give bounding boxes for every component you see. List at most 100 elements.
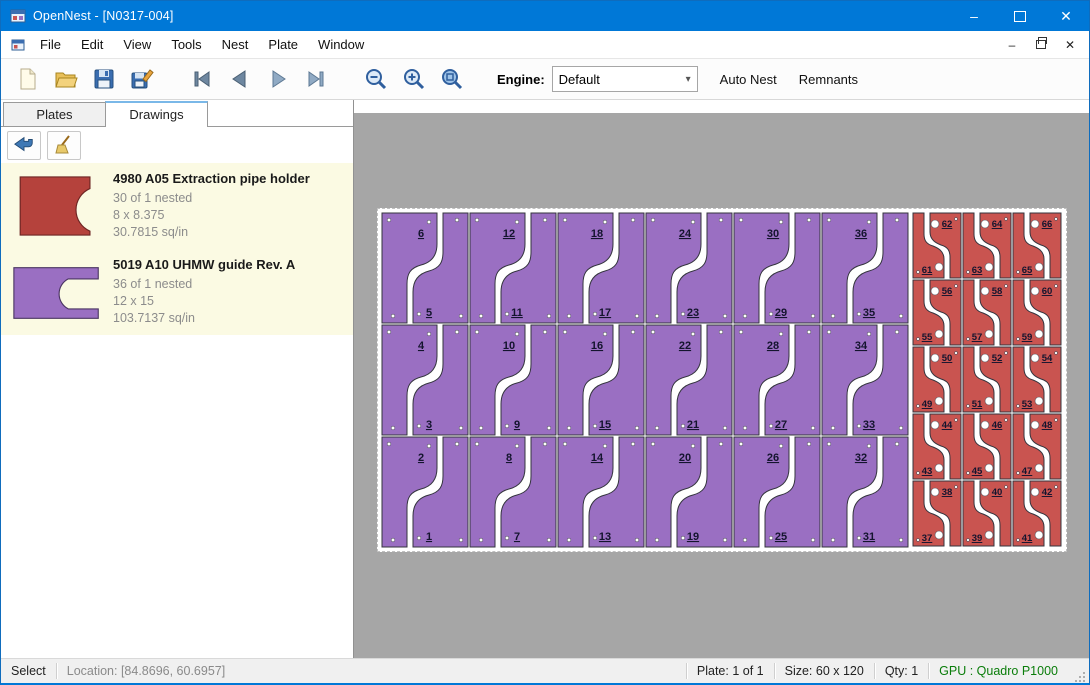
menu-window[interactable]: Window bbox=[308, 33, 374, 56]
resize-grip[interactable] bbox=[1068, 659, 1089, 683]
menu-tools[interactable]: Tools bbox=[161, 33, 211, 56]
nest-cell[interactable]: 5655 bbox=[912, 279, 962, 346]
maximize-button[interactable] bbox=[997, 1, 1043, 31]
part-number: 50 bbox=[942, 353, 953, 364]
status-size: Size: 60 x 120 bbox=[775, 659, 874, 683]
nest-cell[interactable]: 1817 bbox=[557, 212, 645, 324]
drawing-item[interactable]: 5019 A10 UHMW guide Rev. A 36 of 1 neste… bbox=[1, 249, 353, 335]
mdi-minimize-button[interactable]: – bbox=[1005, 38, 1019, 52]
nest-cell[interactable]: 87 bbox=[469, 436, 557, 548]
canvas-top-strip bbox=[354, 100, 1089, 113]
nest-cell[interactable]: 5857 bbox=[962, 279, 1012, 346]
drawing-title: 5019 A10 UHMW guide Rev. A bbox=[113, 257, 347, 272]
nest-cell[interactable]: 6463 bbox=[962, 212, 1012, 279]
close-button[interactable]: ✕ bbox=[1043, 1, 1089, 31]
nest-cell[interactable]: 5453 bbox=[1012, 346, 1062, 413]
engine-value: Default bbox=[559, 72, 600, 87]
mdi-restore-button[interactable] bbox=[1034, 38, 1048, 52]
auto-nest-button[interactable]: Auto Nest bbox=[720, 72, 777, 87]
part-number: 61 bbox=[922, 265, 933, 276]
engine-select[interactable]: Default ▾ bbox=[552, 66, 698, 92]
nest-cell[interactable]: 50 49 bbox=[912, 346, 962, 413]
nest-cell[interactable]: 109 bbox=[469, 324, 557, 436]
nest-cell[interactable]: 4645 bbox=[962, 413, 1012, 480]
part-number: 52 bbox=[992, 353, 1003, 364]
nest-cell[interactable]: 1413 bbox=[557, 436, 645, 548]
nest-cell[interactable]: 2019 bbox=[645, 436, 733, 548]
nest-cell[interactable]: 43 bbox=[381, 324, 469, 436]
nest-cell[interactable]: 2625 bbox=[733, 436, 821, 548]
menu-edit[interactable]: Edit bbox=[71, 33, 113, 56]
nest-cell[interactable]: 3029 bbox=[733, 212, 821, 324]
nest-cell[interactable]: 1211 bbox=[469, 212, 557, 324]
part-number: 21 bbox=[687, 419, 699, 431]
menu-view[interactable]: View bbox=[113, 33, 161, 56]
mdi-child-icon bbox=[11, 38, 25, 52]
nav-last-button[interactable] bbox=[297, 62, 335, 96]
canvas-column: 6512111817242330293635431091615222128273… bbox=[354, 100, 1089, 658]
nest-cell[interactable]: 5251 bbox=[962, 346, 1012, 413]
part-number: 25 bbox=[775, 531, 787, 543]
tab-drawings[interactable]: Drawings bbox=[105, 101, 208, 127]
nest-cell[interactable]: 6665 bbox=[1012, 212, 1062, 279]
nav-next-button[interactable] bbox=[259, 62, 297, 96]
part-number: 24 bbox=[679, 228, 692, 240]
zoom-in-button[interactable] bbox=[395, 62, 433, 96]
nest-cell[interactable]: 3837 bbox=[912, 480, 962, 547]
zoom-fit-button[interactable] bbox=[433, 62, 471, 96]
menu-nest[interactable]: Nest bbox=[212, 33, 259, 56]
tab-plates[interactable]: Plates bbox=[3, 102, 106, 126]
nest-cell[interactable]: 21 bbox=[381, 436, 469, 548]
nest-cell[interactable]: 6261 bbox=[912, 212, 962, 279]
part-number: 49 bbox=[922, 399, 933, 410]
plate: 6512111817242330293635431091615222128273… bbox=[377, 208, 1067, 552]
nest-cell[interactable]: 1615 bbox=[557, 324, 645, 436]
open-button[interactable] bbox=[47, 62, 85, 96]
part-number: 7 bbox=[514, 531, 520, 543]
drawing-item[interactable]: 4980 A05 Extraction pipe holder 30 of 1 … bbox=[1, 163, 353, 249]
part-number: 27 bbox=[775, 419, 787, 431]
part-number: 19 bbox=[687, 531, 699, 543]
nav-prev-button[interactable] bbox=[221, 62, 259, 96]
nest-cell[interactable]: 4443 bbox=[912, 413, 962, 480]
nest-cell[interactable]: 6059 bbox=[1012, 279, 1062, 346]
drawing-size: 12 x 15 bbox=[113, 293, 347, 310]
part-number: 57 bbox=[972, 332, 983, 343]
save-as-button[interactable] bbox=[123, 62, 161, 96]
nest-canvas[interactable]: 6512111817242330293635431091615222128273… bbox=[354, 113, 1089, 658]
return-part-button[interactable] bbox=[7, 131, 41, 160]
nav-first-button[interactable] bbox=[183, 62, 221, 96]
part-number: 20 bbox=[679, 452, 691, 464]
nav-prev-icon bbox=[228, 67, 252, 91]
zoom-fit-icon bbox=[440, 67, 464, 91]
nest-cell[interactable]: 4847 bbox=[1012, 413, 1062, 480]
clear-button[interactable] bbox=[47, 131, 81, 160]
part-number: 59 bbox=[1022, 332, 1033, 343]
zoom-in-icon bbox=[402, 67, 426, 91]
nest-cell[interactable]: 3635 bbox=[821, 212, 909, 324]
remnants-button[interactable]: Remnants bbox=[799, 72, 858, 87]
minimize-button[interactable]: – bbox=[951, 1, 997, 31]
nest-cell[interactable]: 4039 bbox=[962, 480, 1012, 547]
part-number: 41 bbox=[1022, 533, 1033, 544]
mdi-close-button[interactable]: ✕ bbox=[1063, 38, 1077, 52]
nest-cell[interactable]: 65 bbox=[381, 212, 469, 324]
app-window: OpenNest - [N0317-004] – ✕ File Edit Vie… bbox=[0, 0, 1090, 685]
part-number: 12 bbox=[503, 228, 515, 240]
status-bar: Select Location: [84.8696, 60.6957] Plat… bbox=[1, 658, 1089, 683]
nest-cell[interactable]: 2827 bbox=[733, 324, 821, 436]
nest-cell[interactable]: 2221 bbox=[645, 324, 733, 436]
new-button[interactable] bbox=[9, 62, 47, 96]
status-gpu: GPU : Quadro P1000 bbox=[929, 659, 1068, 683]
part-number: 55 bbox=[922, 332, 933, 343]
nest-cell[interactable]: 4241 bbox=[1012, 480, 1062, 547]
nest-cell[interactable]: 2423 bbox=[645, 212, 733, 324]
part-number: 4 bbox=[418, 340, 425, 352]
nav-last-icon bbox=[304, 67, 328, 91]
zoom-out-button[interactable] bbox=[357, 62, 395, 96]
menu-plate[interactable]: Plate bbox=[258, 33, 308, 56]
save-button[interactable] bbox=[85, 62, 123, 96]
nest-cell[interactable]: 3433 bbox=[821, 324, 909, 436]
nest-cell[interactable]: 3231 bbox=[821, 436, 909, 548]
menu-file[interactable]: File bbox=[30, 33, 71, 56]
